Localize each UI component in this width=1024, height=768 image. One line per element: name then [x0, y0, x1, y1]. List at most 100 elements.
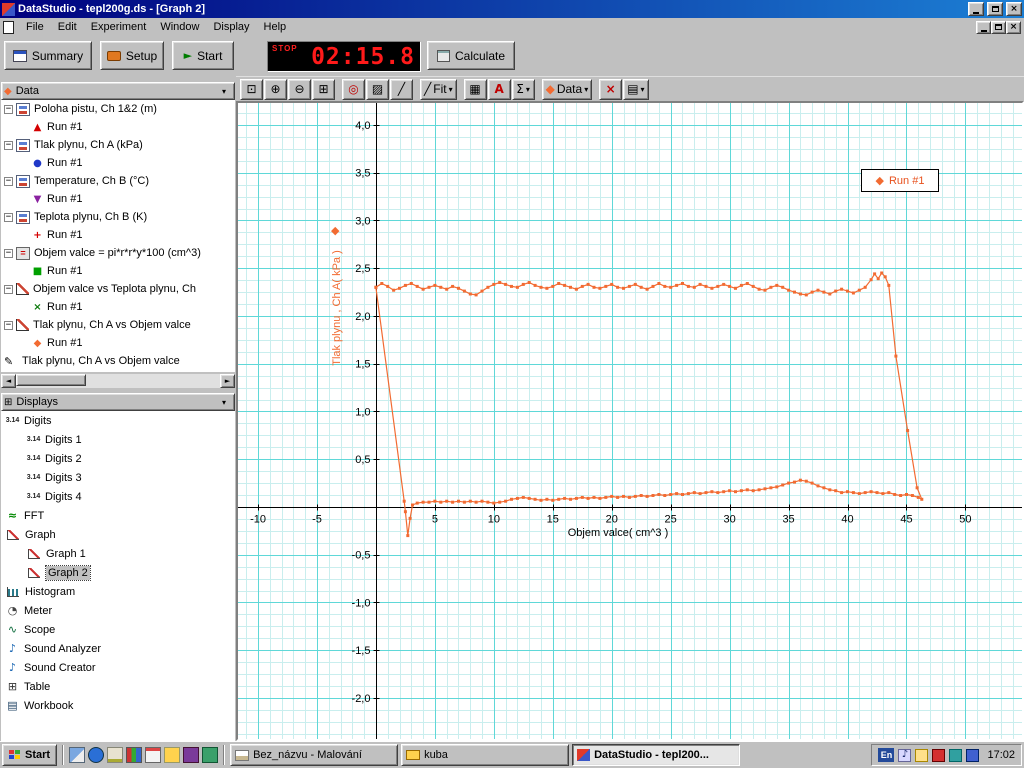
show-desktop-icon[interactable]	[69, 747, 86, 763]
slope-tool-button[interactable]: ╱	[390, 78, 413, 100]
outlook-icon[interactable]	[107, 747, 124, 763]
data-item-teplota-plynu[interactable]: − Teplota plynu, Ch B (K)	[1, 208, 235, 226]
run-item[interactable]: ◆ Run #1	[1, 334, 235, 352]
menu-window[interactable]: Window	[153, 19, 206, 35]
collapse-icon[interactable]: −	[4, 284, 13, 294]
display-item-graph[interactable]: Graph	[1, 525, 235, 544]
folder-shortcut-icon[interactable]	[164, 747, 181, 763]
text-tool-button[interactable]: A	[487, 78, 511, 100]
winamp-icon[interactable]	[183, 747, 200, 763]
run-item[interactable]: × Run #1	[1, 298, 235, 316]
language-indicator[interactable]: En	[878, 748, 895, 762]
antivirus-icon[interactable]	[932, 748, 946, 762]
zoom-select-button[interactable]: ⊞	[312, 78, 335, 100]
data-item-poloha-pistu[interactable]: − Poloha pistu, Ch 1&2 (m)	[1, 100, 235, 118]
display-settings-icon[interactable]	[949, 748, 963, 762]
y-axis-label[interactable]: Tlak plynu , Ch A( kPa )	[331, 198, 345, 418]
display-item-digits-4[interactable]: 3.14 Digits 4	[1, 487, 235, 506]
scrollbar-thumb[interactable]	[16, 374, 86, 386]
display-item-graph-2[interactable]: Graph 2	[1, 563, 235, 582]
run-item[interactable]: ■ Run #1	[1, 262, 235, 280]
delete-button[interactable]: ×	[599, 78, 623, 100]
run-item[interactable]: ▲ Run #1	[1, 118, 235, 136]
run-item[interactable]: ● Run #1	[1, 154, 235, 172]
smart-tool-button[interactable]: ◎	[342, 78, 365, 100]
graph-settings-button[interactable]: ▤ ▾	[623, 78, 649, 100]
child-minimize-button[interactable]	[976, 20, 991, 34]
setup-button[interactable]: Setup	[100, 41, 164, 70]
plot-area[interactable]: -10 -5 5 10 15 20 25 30 35 40 45 50 4,0 3,5 3,0 2,5 2,0 1…	[238, 103, 1022, 739]
displays-panel-menu-button[interactable]: ▾	[216, 395, 232, 409]
scheduler-icon[interactable]	[915, 748, 929, 762]
display-item-scope[interactable]: ∿ Scope	[1, 620, 235, 639]
scroll-right-button[interactable]: ►	[220, 374, 235, 388]
fit-menu-button[interactable]: ╱ Fit ▾	[420, 78, 457, 100]
clock[interactable]: 17:02	[983, 749, 1015, 761]
data-panel-menu-button[interactable]: ▾	[216, 84, 232, 98]
data-item-temperature[interactable]: − Temperature, Ch B (°C)	[1, 172, 235, 190]
highlight-tool-button[interactable]: ▨	[366, 78, 389, 100]
display-item-digits-3[interactable]: 3.14 Digits 3	[1, 468, 235, 487]
display-item-sound-analyzer[interactable]: ♪ Sound Analyzer	[1, 639, 235, 658]
display-item-fft[interactable]: ≈ FFT	[1, 506, 235, 525]
data-item-objem-vs-teplota[interactable]: − Objem valce vs Teplota plynu, Ch	[1, 280, 235, 298]
displays-panel-header[interactable]: ⊞ Displays ▾	[1, 393, 235, 411]
network-icon[interactable]	[966, 748, 980, 762]
display-item-digits[interactable]: 3.14 Digits	[1, 411, 235, 430]
restore-button[interactable]	[987, 2, 1003, 16]
calculate-button[interactable]: Calculate	[427, 41, 515, 70]
zoom-in-button[interactable]: ⊕	[264, 78, 287, 100]
collapse-icon[interactable]: −	[4, 176, 13, 186]
menu-display[interactable]: Display	[206, 19, 256, 35]
collapse-icon[interactable]: −	[4, 104, 13, 114]
display-item-digits-2[interactable]: 3.14 Digits 2	[1, 449, 235, 468]
x-axis-label[interactable]: Objem valce( cm^3 )	[518, 527, 718, 539]
data-item-tlak-vs-objem[interactable]: − Tlak plynu, Ch A vs Objem valce	[1, 316, 235, 334]
calculator-tool-button[interactable]: ▦	[463, 78, 487, 100]
display-item-graph-1[interactable]: Graph 1	[1, 544, 235, 563]
task-button-datastudio[interactable]: DataStudio - tepl200...	[572, 744, 741, 766]
paint-icon[interactable]	[126, 747, 143, 763]
collapse-icon[interactable]: −	[4, 140, 13, 150]
summary-button[interactable]: Summary	[4, 41, 92, 70]
collapse-icon[interactable]: −	[4, 320, 13, 330]
task-button-paint[interactable]: Bez_názvu - Malování	[230, 744, 399, 766]
display-item-workbook[interactable]: ▤ Workbook	[1, 696, 235, 715]
display-item-table[interactable]: ⊞ Table	[1, 677, 235, 696]
internet-explorer-icon[interactable]	[88, 747, 105, 763]
task-button-folder[interactable]: kuba	[401, 744, 570, 766]
menu-help[interactable]: Help	[257, 19, 294, 35]
run-item[interactable]: + Run #1	[1, 226, 235, 244]
data-item-objem-valce[interactable]: − = Objem valce = pi*r*r*y*100 (cm^3)	[1, 244, 235, 262]
display-item-meter[interactable]: ◔ Meter	[1, 601, 235, 620]
close-button[interactable]: ×	[1006, 2, 1022, 16]
zoom-out-button[interactable]: ⊖	[288, 78, 311, 100]
collapse-icon[interactable]: −	[4, 212, 13, 222]
display-item-digits-1[interactable]: 3.14 Digits 1	[1, 430, 235, 449]
scroll-left-button[interactable]: ◄	[1, 374, 16, 388]
data-menu-button[interactable]: ◆ Data ▾	[541, 78, 593, 100]
data-panel-header[interactable]: ◆ Data ▾	[1, 82, 235, 100]
minimize-button[interactable]	[968, 2, 984, 16]
menu-edit[interactable]: Edit	[51, 19, 84, 35]
menu-file[interactable]: File	[19, 19, 51, 35]
scale-to-fit-button[interactable]: ⊡	[240, 78, 263, 100]
quick-launch-icon[interactable]	[202, 747, 219, 763]
scrollbar-track[interactable]	[16, 374, 220, 388]
child-close-button[interactable]: ×	[1006, 20, 1021, 34]
data-item-tlak-plynu[interactable]: − Tlak plynu, Ch A (kPa)	[1, 136, 235, 154]
data-item-tlak-vs-objem-2[interactable]: ✎ Tlak plynu, Ch A vs Objem valce	[1, 352, 235, 370]
display-item-histogram[interactable]: Histogram	[1, 582, 235, 601]
volume-icon[interactable]: ♪	[898, 748, 912, 762]
display-item-sound-creator[interactable]: ♪ Sound Creator	[1, 658, 235, 677]
start-menu-button[interactable]: Start	[2, 744, 58, 766]
run-item[interactable]: ▼ Run #1	[1, 190, 235, 208]
statistics-menu-button[interactable]: Σ ▾	[511, 78, 535, 100]
legend[interactable]: ◆ Run #1	[861, 169, 939, 192]
menu-experiment[interactable]: Experiment	[84, 19, 154, 35]
start-button[interactable]: ► Start	[172, 41, 234, 70]
child-restore-button[interactable]	[991, 20, 1006, 34]
collapse-icon[interactable]: −	[4, 248, 13, 258]
horizontal-scrollbar[interactable]: ◄ ►	[1, 374, 235, 388]
media-player-icon[interactable]	[145, 747, 162, 763]
